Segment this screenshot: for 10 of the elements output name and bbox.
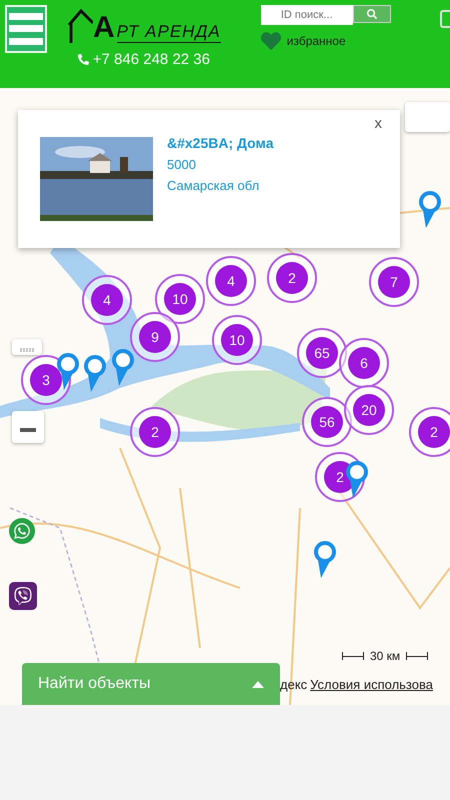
heart-icon — [260, 31, 281, 51]
favorites-link[interactable]: избранное — [286, 34, 346, 48]
phone-icon — [78, 54, 89, 65]
menu-button[interactable] — [5, 5, 47, 53]
search-icon — [366, 9, 377, 19]
logo-text: РТ АРЕНДА — [116, 22, 221, 43]
search-button[interactable] — [352, 5, 391, 23]
logo-letter: А — [93, 13, 115, 43]
phone-number: +7 846 248 22 36 — [92, 51, 210, 68]
id-search-field[interactable]: ID поиск... — [260, 5, 353, 25]
